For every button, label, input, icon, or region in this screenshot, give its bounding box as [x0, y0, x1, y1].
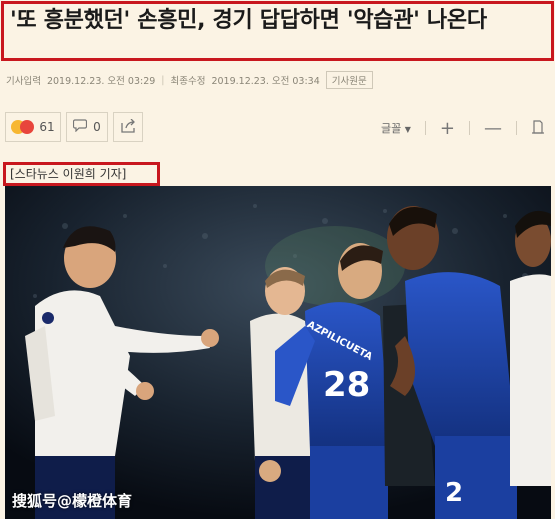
published-date: 2019.12.23. 오전 03:29 [46, 76, 156, 87]
font-decrease-icon[interactable]: — [484, 118, 502, 139]
modified-date: 2019.12.23. 오전 03:34 [211, 76, 320, 87]
share-icon [120, 118, 136, 136]
reaction-button[interactable]: 61 [5, 112, 61, 142]
match-photo-illustration: 28 AZPILICUETA 2 [5, 186, 551, 519]
jersey-number-28: 28 [323, 365, 370, 405]
modified-label: 최종수정 [170, 76, 206, 87]
font-increase-icon[interactable]: + [440, 118, 455, 139]
caret-down-icon: ▼ [404, 125, 411, 134]
article-meta: 기사입력 2019.12.23. 오전 03:29 | 최종수정 2019.12… [6, 71, 373, 89]
original-article-button[interactable]: 기사원문 [325, 71, 373, 89]
article-headline: '또 흥분했던' 손흥민, 경기 답답하면 '악습관' 나온다 [1, 1, 554, 61]
reaction-count: 61 [39, 120, 55, 134]
divider [424, 121, 426, 135]
print-icon[interactable] [531, 119, 545, 137]
divider [516, 121, 517, 135]
reporter-byline: [스타뉴스 이원희 기자] [3, 162, 160, 186]
headline-text: '또 흥분했던' 손흥민, 경기 답답하면 '악습관' 나온다 [10, 8, 487, 33]
divider [469, 121, 470, 135]
comment-count: 0 [93, 120, 101, 134]
toolbar-right-group: 글꼴 ▼ + — [381, 116, 545, 140]
watermark-text: 搜狐号@檬橙体育 [12, 492, 133, 510]
article-toolbar: 61 0 글꼴 ▼ + — [0, 112, 555, 144]
share-button[interactable] [113, 112, 143, 142]
font-setting-button[interactable]: 글꼴 ▼ [381, 120, 411, 136]
meta-separator: | [161, 74, 165, 86]
article-photo: 28 AZPILICUETA 2 [5, 186, 551, 519]
comment-icon [73, 119, 88, 135]
font-label: 글꼴 [381, 122, 402, 135]
jersey-number-2: 2 [445, 478, 463, 508]
reaction-emoji-icon [11, 119, 35, 135]
reporter-text: [스타뉴스 이원희 기자] [10, 167, 127, 181]
published-label: 기사입력 [6, 76, 41, 87]
comment-button[interactable]: 0 [66, 112, 108, 142]
